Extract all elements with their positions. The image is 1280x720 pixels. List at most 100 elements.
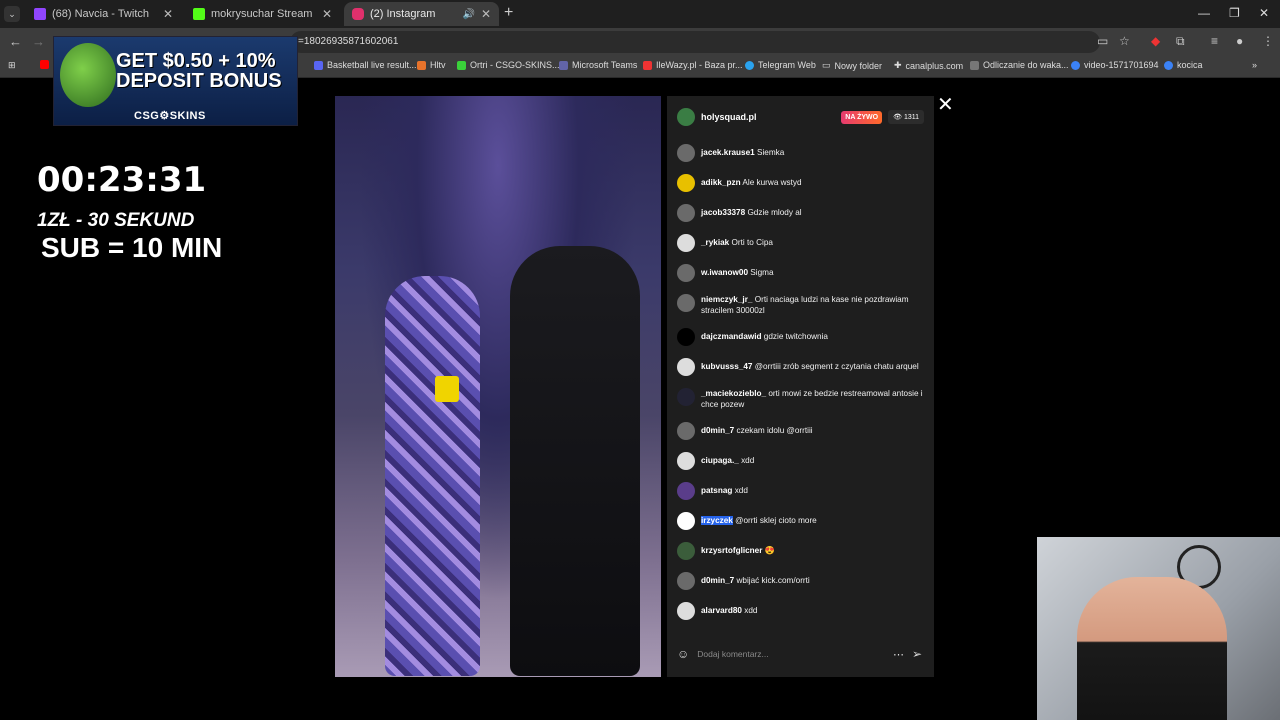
live-header: holysquad.pl NA ŻYWO 👁 1311 (677, 106, 924, 128)
comment-user[interactable]: krzysrtofglicner (701, 546, 762, 555)
close-tab-icon[interactable]: ✕ (163, 7, 173, 21)
promo-headline: GET $0.50 + 10% DEPOSIT BONUS (116, 50, 282, 92)
bookmark-item[interactable]: kocica (1164, 60, 1203, 70)
avatar[interactable] (677, 328, 695, 346)
comment-user[interactable]: d0min_7 (701, 426, 734, 435)
viewer-count-value: 1311 (903, 114, 919, 121)
close-window-icon[interactable]: ✕ (1259, 6, 1269, 20)
bookmark-item[interactable]: Hltv (417, 60, 446, 70)
comment: krzysrtofglicner 😍 (677, 542, 927, 560)
bookmark-item[interactable]: Ortri - CSGO-SKINS... (457, 60, 560, 70)
live-video[interactable] (335, 96, 661, 677)
apps-grid-icon[interactable]: ⊞ (8, 60, 16, 71)
comment-user[interactable]: jacob33378 (701, 208, 745, 217)
comment-user[interactable]: adikk_pzn (701, 178, 741, 187)
maximize-icon[interactable]: ❐ (1229, 6, 1240, 20)
emoji-icon[interactable]: ☺ (677, 647, 689, 661)
subathon-timer: 00:23:31 (37, 160, 207, 200)
comment-user[interactable]: ciupaga._ (701, 456, 739, 465)
comment-user[interactable]: alarvard80 (701, 606, 742, 615)
profile-avatar-icon[interactable]: ● (1236, 34, 1243, 48)
comment-user[interactable]: dajczmandawid (701, 332, 762, 341)
comment-user[interactable]: _maciekozieblo_ (701, 389, 766, 398)
account-name[interactable]: holysquad.pl (701, 112, 757, 122)
more-bookmarks-icon[interactable]: » (1252, 60, 1257, 70)
forward-icon[interactable]: → (32, 34, 45, 49)
media-controls-icon[interactable]: ≡ (1211, 34, 1218, 48)
menu-dots-icon[interactable]: ⋮ (1262, 34, 1274, 48)
comment-text: xdd (734, 486, 748, 495)
mascot-image (60, 43, 116, 107)
tab-twitch[interactable]: (68) Navcia - Twitch ✕ (26, 2, 181, 26)
avatar[interactable] (677, 572, 695, 590)
tab-instagram[interactable]: (2) Instagram 🔊 ✕ (344, 2, 499, 26)
comment: patsnag xdd (677, 482, 927, 500)
comment-text: Siemka (757, 148, 785, 157)
avatar[interactable] (677, 144, 695, 162)
close-modal-icon[interactable]: ✕ (937, 92, 954, 117)
avatar[interactable] (677, 174, 695, 192)
avatar[interactable] (677, 422, 695, 440)
comment-user[interactable]: w.iwanow00 (701, 268, 748, 277)
comment-user[interactable]: niemczyk_jr_ (701, 295, 752, 304)
avatar[interactable] (677, 482, 695, 500)
comment-user[interactable]: _rykiak (701, 238, 729, 247)
bookmark-item[interactable]: IleWazy.pl - Baza pr... (643, 60, 743, 70)
more-options-icon[interactable]: ⋯ (893, 648, 904, 661)
avatar[interactable] (677, 108, 695, 126)
comment-user[interactable]: jacek.krause1 (701, 148, 755, 157)
bookmark-item[interactable]: Basketball live result... (314, 60, 417, 70)
avatar[interactable] (677, 358, 695, 376)
comment: kubvusss_47 @orrtiii zrób segment z czyt… (677, 358, 927, 376)
avatar[interactable] (677, 512, 695, 530)
bookmark-label: Basketball live result... (327, 60, 417, 70)
bookmark-star-icon[interactable]: ☆ (1119, 34, 1130, 48)
comment-user[interactable]: d0min_7 (701, 576, 734, 585)
avatar[interactable] (677, 204, 695, 222)
bookmark-label: IleWazy.pl - Baza pr... (656, 60, 743, 70)
bookmark-item[interactable]: Microsoft Teams (559, 60, 637, 70)
tab-search-icon[interactable]: ⌄ (4, 6, 20, 22)
avatar[interactable] (677, 542, 695, 560)
bookmark-item[interactable]: ✚ canalplus.com (894, 60, 963, 71)
new-tab-button[interactable]: + (504, 4, 513, 22)
comment-user[interactable]: patsnag (701, 486, 732, 495)
bookmark-item[interactable]: Telegram Web (745, 60, 816, 70)
close-tab-icon[interactable]: ✕ (322, 7, 332, 21)
sub-rate: SUB = 10 MIN (41, 232, 223, 263)
comment-text: Gdzie mlody al (747, 208, 802, 217)
avatar[interactable] (677, 452, 695, 470)
bookmark-label: Telegram Web (758, 60, 816, 70)
tab-kick[interactable]: mokrysuchar Stream - Watch Li ✕ (185, 2, 340, 26)
extension-icon[interactable]: ◆ (1151, 34, 1160, 48)
bookmark-item[interactable]: video-1571701694 (1071, 60, 1159, 70)
comment: irzyczek @orrti sklej cioto more (677, 512, 927, 530)
comment: jacek.krause1 Siemka (677, 144, 927, 162)
youtube-icon[interactable] (40, 60, 49, 69)
comment: _maciekozieblo_ orti mowi ze bedzie rest… (677, 388, 927, 410)
tab-title: mokrysuchar Stream - Watch Li (211, 8, 316, 20)
minimize-icon[interactable]: — (1198, 6, 1210, 20)
speaker-icon[interactable]: 🔊 (462, 9, 474, 20)
comment-user[interactable]: irzyczek (701, 516, 733, 525)
avatar[interactable] (677, 264, 695, 282)
comment-text: @orrtiii zrób segment z czytania chatu a… (754, 362, 919, 371)
send-icon[interactable]: ➢ (912, 647, 922, 661)
avatar[interactable] (677, 294, 695, 312)
avatar[interactable] (677, 602, 695, 620)
bookmark-folder[interactable]: ▭ Nowy folder (822, 60, 882, 71)
extensions-puzzle-icon[interactable]: ⧉ (1176, 34, 1185, 49)
cast-icon[interactable]: ▭ (1097, 34, 1108, 48)
back-icon[interactable]: ← (9, 34, 22, 49)
comment-user[interactable]: kubvusss_47 (701, 362, 752, 371)
comment-text: xdd (744, 606, 758, 615)
donation-rate: 1ZŁ - 30 SEKUND (37, 210, 195, 231)
comment: jacob33378 Gdzie mlody al (677, 204, 927, 222)
close-tab-icon[interactable]: ✕ (481, 7, 491, 21)
avatar[interactable] (677, 234, 695, 252)
bookmark-item[interactable]: Odliczanie do waka... (970, 60, 1069, 70)
address-bar[interactable]: =18026935871602061 (290, 31, 1100, 53)
comment-text: 😍 (764, 546, 775, 555)
avatar[interactable] (677, 388, 695, 406)
comment-input[interactable]: Dodaj komentarz... (697, 649, 768, 659)
